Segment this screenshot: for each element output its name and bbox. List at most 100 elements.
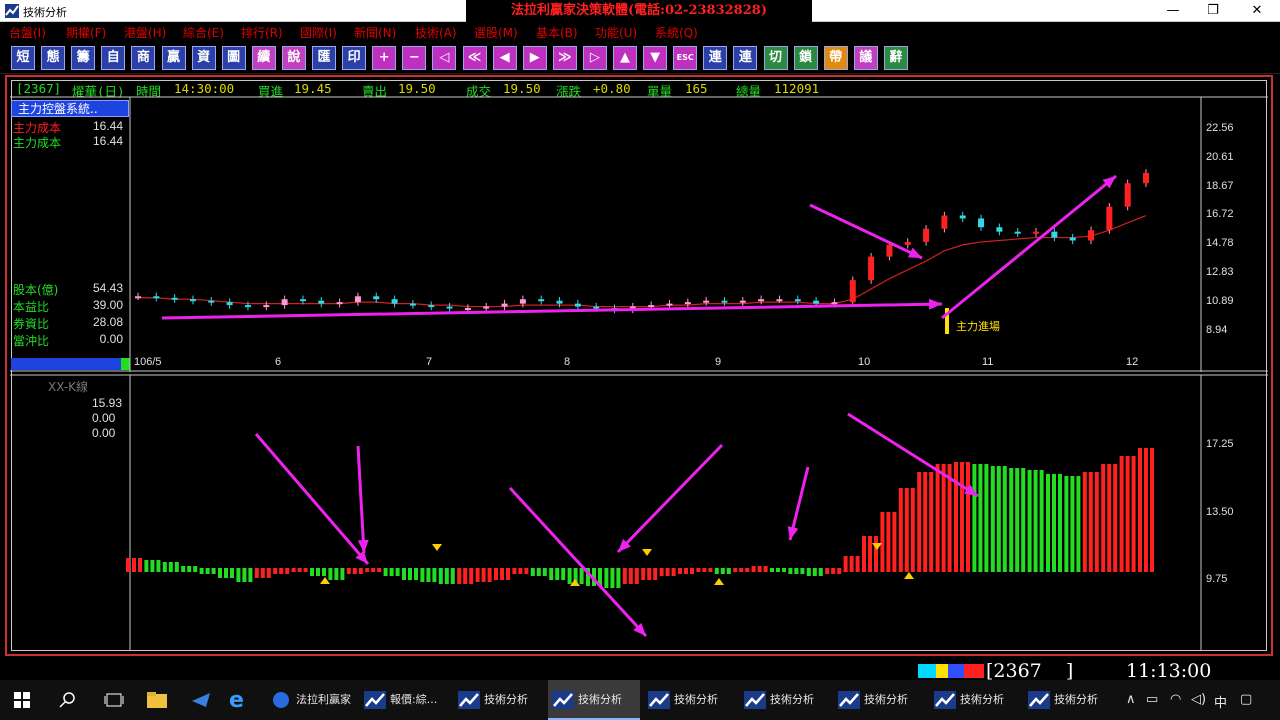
toolbar-button-24[interactable]: 連: [733, 46, 758, 70]
menu-item[interactable]: 國際(I): [300, 24, 337, 41]
toolbar-button-2[interactable]: 籌: [71, 46, 96, 70]
toolbar-button-18[interactable]: ≫: [552, 46, 577, 70]
chart-app-icon: [648, 691, 670, 709]
toolbar-button-16[interactable]: ◀: [492, 46, 517, 70]
bid-label: 買進: [258, 84, 284, 99]
search-icon[interactable]: [58, 691, 76, 709]
quote-bar: [2367] 燿華(日) 時間 14:30:00 買進 19.45 賣出 19.…: [10, 79, 1200, 99]
maximize-button[interactable]: ❐: [1190, 0, 1236, 22]
cost-value: 16.44: [92, 119, 123, 133]
total-volume-value: 112091: [774, 81, 820, 96]
taskbar-item-label: 技術分析: [960, 693, 1004, 706]
menu-item[interactable]: 基本(B): [536, 24, 578, 41]
bid-value: 19.45: [294, 81, 332, 96]
status-color-blue: [948, 664, 964, 678]
toolbar-button-11[interactable]: 印: [342, 46, 367, 70]
scroll-indicator[interactable]: [121, 358, 130, 370]
volume-value: 165: [685, 81, 708, 96]
taskbar-item[interactable]: 法拉利贏家: [266, 680, 354, 720]
toolbar-button-9[interactable]: 說: [281, 46, 306, 70]
wifi-icon[interactable]: ◠: [1170, 692, 1181, 707]
toolbar-button-5[interactable]: 贏: [161, 46, 186, 70]
toolbar-button-23[interactable]: 連: [703, 46, 728, 70]
taskbar-item[interactable]: 技術分析: [740, 680, 830, 720]
close-button[interactable]: ✕: [1234, 0, 1280, 22]
toolbar-button-27[interactable]: 帶: [823, 46, 848, 70]
price-axis-label: 20.61: [1206, 150, 1234, 163]
menu-item[interactable]: 期權(F): [66, 24, 106, 41]
file-explorer-icon[interactable]: [146, 691, 168, 709]
toolbar-button-17[interactable]: ▶: [522, 46, 547, 70]
toolbar-button-13[interactable]: −: [402, 46, 427, 70]
toolbar-button-8[interactable]: 續: [251, 46, 276, 70]
task-view-icon[interactable]: [104, 693, 124, 707]
toolbar-button-19[interactable]: ▷: [582, 46, 607, 70]
toolbar-button-1[interactable]: 態: [41, 46, 66, 70]
taskbar-item[interactable]: 報價:綜...: [360, 680, 444, 720]
indicator-axis-label: 17.25: [1206, 438, 1234, 450]
volume-icon[interactable]: ◁): [1191, 692, 1206, 707]
toolbar-button-4[interactable]: 商: [131, 46, 156, 70]
menu-item[interactable]: 台盤(I): [9, 24, 46, 41]
cost-value: 16.44: [92, 134, 123, 148]
indicator-value: 15.93: [92, 396, 123, 410]
menu-item[interactable]: 系統(Q): [655, 24, 698, 41]
price-axis-label: 16.72: [1206, 208, 1234, 221]
fundamental-label: 股本(億): [13, 283, 59, 297]
fundamental-value: 0.00: [99, 332, 123, 346]
tray-expand-icon[interactable]: ∧: [1126, 692, 1136, 707]
toolbar-button-3[interactable]: 自: [101, 46, 126, 70]
toolbar-button-6[interactable]: 資: [191, 46, 216, 70]
toolbar-button-21[interactable]: ▼: [643, 46, 668, 70]
app-chart-icon: [5, 4, 19, 18]
toolbar-button-28[interactable]: 議: [853, 46, 878, 70]
system-button[interactable]: 主力控盤系統..: [11, 100, 129, 117]
taskbar-item-label: 法拉利贏家: [296, 693, 351, 706]
taskbar-item[interactable]: 技術分析: [1024, 680, 1114, 720]
fundamental-label: 本益比: [13, 300, 50, 314]
windows-start-icon[interactable]: [14, 692, 30, 708]
toolbar-button-29[interactable]: 辭: [883, 46, 908, 70]
time-label: 時間: [136, 84, 162, 99]
toolbar-button-10[interactable]: 匯: [312, 46, 336, 70]
toolbar-button-0[interactable]: 短: [11, 46, 35, 70]
indicator-value: 0.00: [92, 411, 116, 425]
fundamental-value: 54.43: [92, 281, 123, 295]
taskbar-item[interactable]: 技術分析: [930, 680, 1020, 720]
ask-value: 19.50: [398, 81, 436, 96]
taskbar-item[interactable]: 技術分析: [454, 680, 544, 720]
taskbar-item[interactable]: 技術分析: [834, 680, 924, 720]
chart-app-icon: [838, 691, 860, 709]
notification-icon[interactable]: ▢: [1240, 692, 1252, 707]
taskbar-item[interactable]: 技術分析: [548, 680, 640, 720]
fundamental-row: 股本(億) 54.43: [13, 281, 129, 297]
scroll-bar[interactable]: [11, 358, 121, 370]
ferrari-app-icon: [273, 692, 289, 708]
status-stock: [2367 ]: [986, 660, 1074, 682]
status-bar: [0, 656, 1280, 680]
toolbar-button-12[interactable]: +: [372, 46, 397, 70]
menu-item[interactable]: 技術(A): [415, 24, 457, 41]
toolbar-button-20[interactable]: ▲: [613, 46, 637, 70]
taskbar-item-label: 技術分析: [674, 693, 718, 706]
price-axis-label: 10.89: [1206, 294, 1234, 307]
menu-item[interactable]: 功能(U): [595, 24, 637, 41]
menu-item[interactable]: 綜合(E): [183, 24, 224, 41]
fundamental-row: 券資比 28.08: [13, 315, 129, 331]
menu-item[interactable]: 港盤(H): [124, 24, 166, 41]
toolbar-button-25[interactable]: 切: [763, 46, 788, 70]
taskbar-item[interactable]: 技術分析: [644, 680, 734, 720]
browser-icon[interactable]: e: [229, 688, 244, 713]
fundamental-row: 本益比 39.00: [13, 298, 129, 314]
battery-icon[interactable]: ▭: [1146, 692, 1158, 707]
toolbar-button-26[interactable]: 鎖: [793, 46, 818, 70]
toolbar-button-22[interactable]: ESC: [673, 46, 698, 70]
input-method-icon[interactable]: 中: [1214, 692, 1227, 711]
store-icon[interactable]: [190, 691, 212, 709]
toolbar-button-14[interactable]: ◁: [432, 46, 457, 70]
toolbar-button-7[interactable]: 圖: [221, 46, 246, 70]
menu-item[interactable]: 選股(M): [474, 24, 518, 41]
menu-item[interactable]: 排行(R): [241, 24, 283, 41]
toolbar-button-15[interactable]: ≪: [462, 46, 487, 70]
menu-item[interactable]: 新聞(N): [354, 24, 396, 41]
